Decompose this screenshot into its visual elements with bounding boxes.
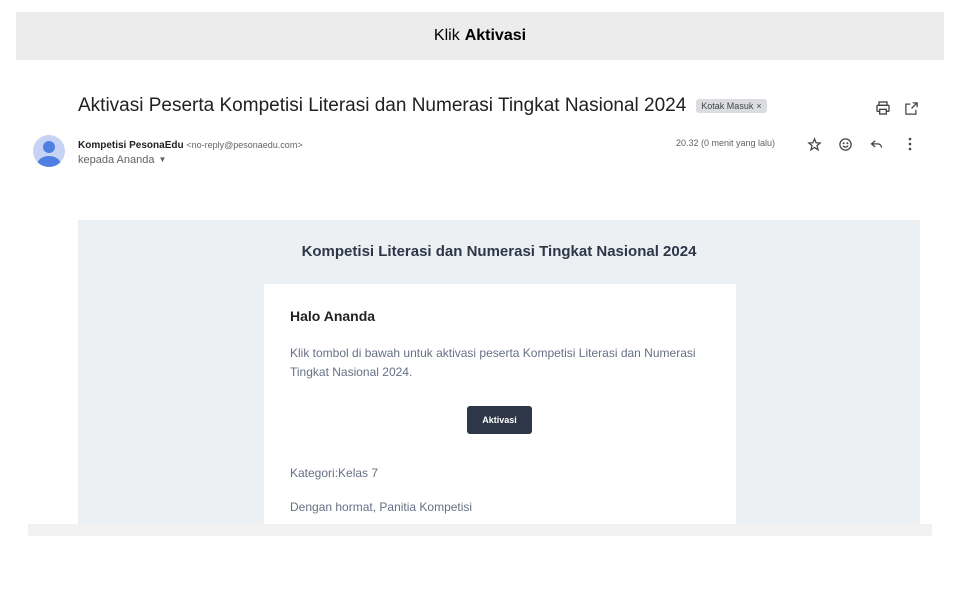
signoff-text: Dengan hormat, Panitia Kompetisi xyxy=(290,500,473,514)
recipient-text: kepada Ananda xyxy=(78,154,155,166)
greeting-text: Halo Ananda xyxy=(290,308,376,324)
banner-prefix: Klik xyxy=(433,27,460,44)
email-timestamp: 20.32 (0 menit yang lalu) xyxy=(676,138,776,148)
footer-divider xyxy=(28,524,932,536)
emoji-icon[interactable] xyxy=(836,135,854,153)
email-content-card: Halo Ananda Klik tombol di bawah untuk a… xyxy=(264,284,736,524)
remove-label-button[interactable]: × xyxy=(756,101,761,111)
email-subject: Aktivasi Peserta Kompetisi Literasi dan … xyxy=(78,95,687,116)
reply-icon[interactable] xyxy=(867,135,885,153)
banner-highlight: Aktivasi xyxy=(464,27,527,44)
email-content-heading: Kompetisi Literasi dan Numerasi Tingkat … xyxy=(301,243,697,260)
category-text: Kategori:Kelas 7 xyxy=(290,466,379,480)
sender-email: <no-reply@pesonaedu.com> xyxy=(186,140,303,150)
sender-name: Kompetisi PesonaEdu xyxy=(78,140,184,151)
recipient-line: kepada Ananda ▼ xyxy=(78,153,303,167)
inbox-label-chip[interactable]: Kotak Masuk × xyxy=(696,99,767,113)
message-text: Klik tombol di bawah untuk aktivasi pese… xyxy=(290,346,696,379)
more-vert-icon[interactable] xyxy=(901,135,919,153)
open-in-new-window-icon[interactable] xyxy=(902,99,920,117)
sender-avatar xyxy=(33,135,65,167)
sender-info: Kompetisi PesonaEdu <no-reply@pesonaedu.… xyxy=(78,138,303,167)
chevron-down-icon[interactable]: ▼ xyxy=(158,153,166,167)
print-icon[interactable] xyxy=(874,99,892,117)
aktivasi-button[interactable]: Aktivasi xyxy=(467,406,532,434)
email-subject-row: Aktivasi Peserta Kompetisi Literasi dan … xyxy=(78,95,767,117)
instruction-banner: Klik Aktivasi xyxy=(16,12,944,60)
inbox-label-text: Kotak Masuk xyxy=(701,101,754,111)
star-icon[interactable] xyxy=(805,135,823,153)
